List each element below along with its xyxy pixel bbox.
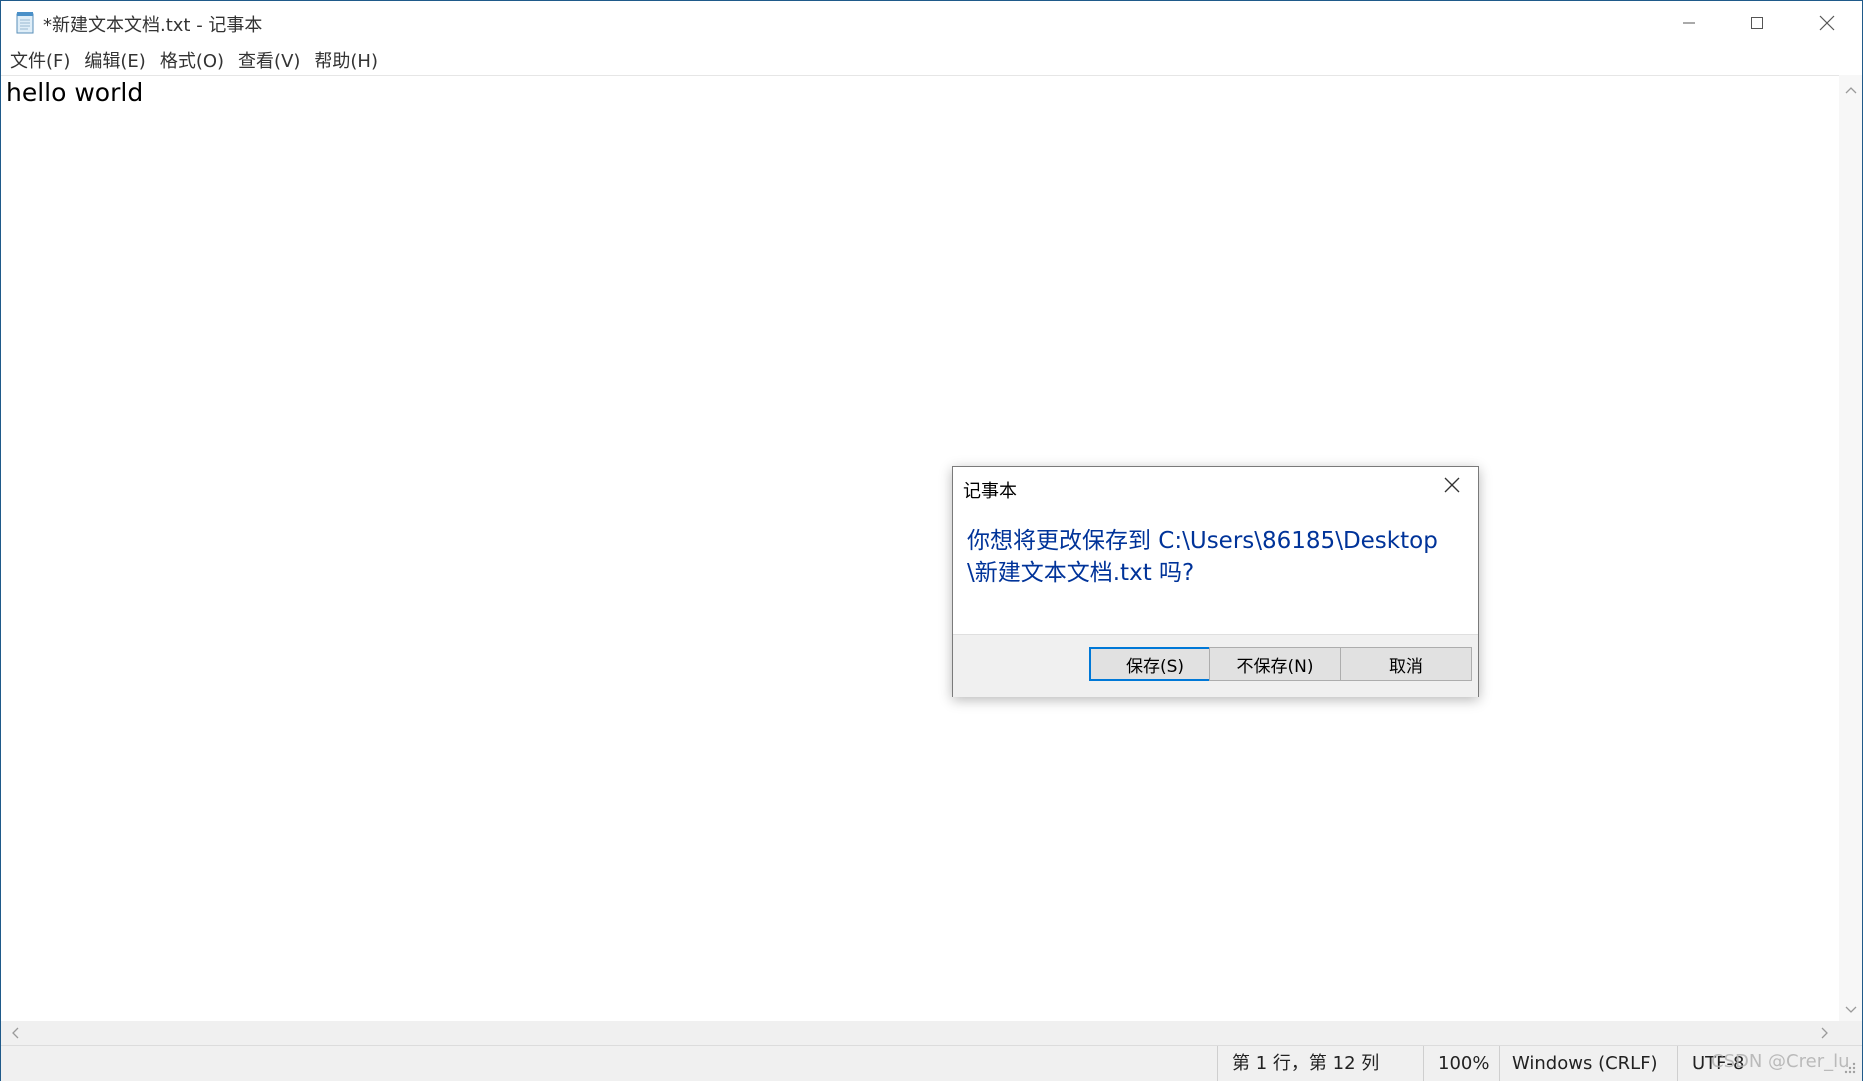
menu-file[interactable]: 文件(F) xyxy=(3,45,77,75)
save-changes-dialog: 记事本 你想将更改保存到 C:\Users\86185\Desktop\新建文本… xyxy=(952,466,1479,697)
dialog-title: 记事本 xyxy=(963,481,1017,502)
chevron-right-icon xyxy=(1821,1024,1829,1043)
notepad-window: *新建文本文档.txt - 记事本 文件(F) 编辑(E) 格式(O) 查看(V… xyxy=(0,0,1863,1081)
minimize-icon xyxy=(1682,16,1696,30)
horizontal-scrollbar[interactable] xyxy=(1,1021,1839,1045)
menu-help[interactable]: 帮助(H) xyxy=(307,45,385,75)
editor-content: hello world xyxy=(6,78,144,107)
scrollbar-corner xyxy=(1839,1021,1862,1045)
status-line-ending: Windows (CRLF) xyxy=(1499,1046,1677,1081)
menu-view[interactable]: 查看(V) xyxy=(231,45,307,75)
status-cursor-position: 第 1 行，第 12 列 xyxy=(1217,1046,1423,1081)
status-zoom: 100% xyxy=(1423,1046,1499,1081)
status-bar: 第 1 行，第 12 列 100% Windows (CRLF) UTF-8 xyxy=(1,1045,1862,1081)
menu-bar: 文件(F) 编辑(E) 格式(O) 查看(V) 帮助(H) xyxy=(1,45,1862,75)
scroll-left-button[interactable] xyxy=(3,1022,26,1044)
cancel-button[interactable]: 取消 xyxy=(1340,647,1472,681)
chevron-up-icon xyxy=(1845,79,1857,98)
minimize-button[interactable] xyxy=(1655,1,1723,45)
scroll-down-button[interactable] xyxy=(1839,997,1862,1019)
dialog-message: 你想将更改保存到 C:\Users\86185\Desktop\新建文本文档.t… xyxy=(967,528,1438,586)
maximize-button[interactable] xyxy=(1723,1,1791,45)
maximize-icon xyxy=(1750,16,1764,30)
close-icon xyxy=(1819,15,1835,31)
close-icon xyxy=(1444,477,1460,497)
notepad-icon xyxy=(15,11,37,35)
vertical-scrollbar[interactable] xyxy=(1839,75,1862,1021)
menu-format[interactable]: 格式(O) xyxy=(153,45,231,75)
menu-edit[interactable]: 编辑(E) xyxy=(77,45,152,75)
scroll-right-button[interactable] xyxy=(1813,1022,1836,1044)
dont-save-button[interactable]: 不保存(N) xyxy=(1209,647,1341,681)
text-editor[interactable]: hello world xyxy=(1,75,1839,1022)
title-bar[interactable]: *新建文本文档.txt - 记事本 xyxy=(1,1,1862,45)
dialog-close-button[interactable] xyxy=(1432,471,1472,503)
dialog-button-bar: 保存(S) 不保存(N) 取消 xyxy=(953,634,1478,697)
window-title: *新建文本文档.txt - 记事本 xyxy=(43,15,263,36)
scroll-up-button[interactable] xyxy=(1839,77,1862,99)
close-button[interactable] xyxy=(1793,1,1861,45)
save-button[interactable]: 保存(S) xyxy=(1089,647,1221,681)
chevron-down-icon xyxy=(1845,999,1857,1018)
chevron-left-icon xyxy=(11,1024,19,1043)
resize-grip-icon[interactable] xyxy=(1839,1059,1857,1077)
watermark-text: CSDN @Crer_lu xyxy=(1711,1051,1850,1072)
